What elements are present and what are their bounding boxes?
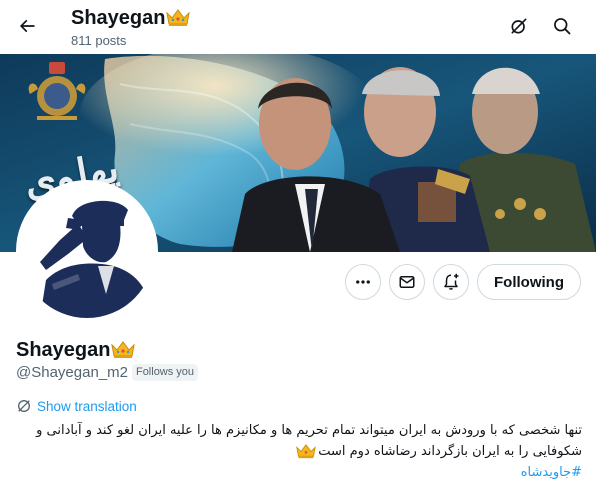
- grok-button[interactable]: [502, 9, 536, 43]
- user-handle: @Shayegan_m2: [16, 364, 128, 381]
- search-icon: [554, 18, 571, 35]
- more-button[interactable]: [345, 264, 381, 300]
- notifications-button[interactable]: [433, 264, 469, 300]
- following-button[interactable]: Following: [477, 264, 581, 300]
- crown-icon: [111, 341, 136, 358]
- follows-you-badge: Follows you: [131, 364, 199, 381]
- header-title-text: Shayegan: [71, 7, 166, 29]
- saluting-officer-icon: [20, 184, 154, 318]
- grok-slash-icon: [511, 18, 527, 34]
- display-name: Shayegan: [16, 338, 136, 362]
- profile-header: Shayegan 811 posts: [0, 0, 596, 54]
- show-translation-label: Show translation: [37, 398, 137, 414]
- header-title: Shayegan: [71, 6, 191, 30]
- header-title-block: Shayegan 811 posts: [71, 6, 191, 48]
- avatar-image: [20, 184, 154, 318]
- display-name-text: Shayegan: [16, 339, 111, 361]
- envelope-icon: [399, 276, 415, 288]
- handle-row: @Shayegan_m2 Follows you: [16, 364, 199, 381]
- bell-plus-icon: [444, 273, 459, 290]
- bio-hashtag-link[interactable]: #جاویدشاه: [521, 465, 582, 480]
- back-button[interactable]: [10, 9, 44, 43]
- post-count: 811 posts: [71, 33, 127, 48]
- avatar[interactable]: [16, 180, 158, 322]
- crown-icon: [296, 444, 317, 459]
- crown-icon: [166, 9, 191, 26]
- search-button[interactable]: [545, 9, 579, 43]
- more-horizontal-icon: [356, 280, 370, 284]
- arrow-left-icon: [19, 19, 35, 33]
- message-button[interactable]: [389, 264, 425, 300]
- translate-icon: [18, 400, 30, 412]
- profile-bio: تنها شخصی که با ورودش به ایران میتواند ت…: [16, 420, 582, 483]
- show-translation-link[interactable]: Show translation: [16, 398, 137, 414]
